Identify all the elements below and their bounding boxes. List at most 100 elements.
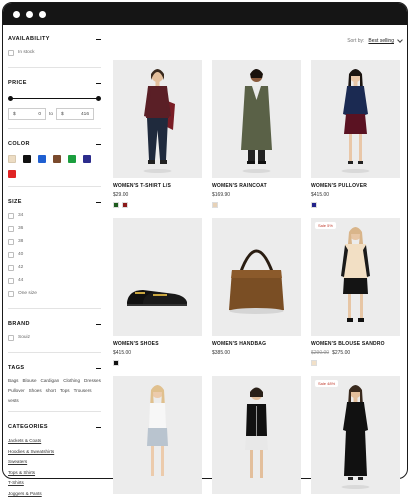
category-link[interactable]: Jackets & Coats — [8, 436, 101, 447]
product-card[interactable]: WOMEN'S PULLOVER$415.00 — [311, 60, 400, 208]
product-image[interactable] — [113, 376, 202, 494]
product-card[interactable] — [113, 376, 202, 494]
product-color-swatch[interactable] — [113, 360, 119, 366]
category-link[interactable]: Sweaters — [8, 457, 101, 468]
product-color-swatch[interactable] — [311, 202, 317, 208]
checkbox[interactable] — [8, 252, 14, 258]
filter-availability-header[interactable]: AVAILABILITY — [8, 32, 101, 46]
tag-link[interactable]: Trousers — [74, 388, 92, 393]
collapse-icon[interactable] — [96, 427, 101, 428]
checkbox[interactable] — [8, 291, 14, 297]
filter-color-header[interactable]: COLOR — [8, 137, 101, 151]
size-option[interactable]: One size — [8, 287, 101, 300]
product-image[interactable] — [113, 60, 202, 178]
tag-link[interactable]: Blouse — [22, 378, 36, 383]
tag-link[interactable]: short — [46, 388, 56, 393]
product-card[interactable]: WOMEN'S SHOES$415.00 — [113, 218, 202, 366]
product-name[interactable]: WOMEN'S RAINCOAT — [212, 183, 301, 189]
price-max-input[interactable]: $ 416 — [56, 108, 94, 120]
product-image[interactable] — [212, 60, 301, 178]
color-swatch[interactable] — [38, 155, 46, 163]
product-image[interactable]: Sale 48% — [311, 376, 400, 494]
filter-option-in-stock[interactable]: In stock — [8, 46, 101, 59]
filter-brand-header[interactable]: BRAND — [8, 317, 101, 331]
color-swatch[interactable] — [23, 155, 31, 163]
collapse-icon[interactable] — [96, 144, 101, 145]
filter-size-header[interactable]: SIZE — [8, 195, 101, 209]
product-image[interactable] — [212, 376, 301, 494]
tag-link[interactable]: vests — [8, 398, 19, 403]
product-swatches — [113, 360, 202, 366]
checkbox[interactable] — [8, 278, 14, 284]
product-name[interactable]: WOMEN'S PULLOVER — [311, 183, 400, 189]
color-swatch[interactable] — [8, 155, 16, 163]
product-card[interactable]: Sale 5%WOMEN'S BLOUSE SANDRO$290.00$275.… — [311, 218, 400, 366]
category-link[interactable]: Joggers & Pants — [8, 489, 101, 499]
filter-categories-header[interactable]: CATEGORIES — [8, 420, 101, 434]
chevron-down-icon[interactable] — [397, 37, 403, 43]
filter-option-brand[interactable]: Souiz — [8, 331, 101, 344]
collapse-icon[interactable] — [96, 39, 101, 40]
product-color-swatch[interactable] — [212, 202, 218, 208]
range-min-handle[interactable] — [8, 96, 13, 101]
product-name[interactable]: WOMEN'S HANDBAG — [212, 341, 301, 347]
range-max-handle[interactable] — [96, 96, 101, 101]
filter-title: BRAND — [8, 321, 30, 327]
window-maximize-dot[interactable] — [39, 11, 46, 18]
product-name[interactable]: WOMEN'S SHOES — [113, 341, 202, 347]
filter-price-header[interactable]: PRICE — [8, 76, 101, 90]
size-option[interactable]: 38 — [8, 235, 101, 248]
product-card[interactable]: Sale 48% — [311, 376, 400, 494]
tag-link[interactable]: Clothing — [63, 378, 80, 383]
size-option[interactable]: 42 — [8, 261, 101, 274]
collapse-icon[interactable] — [96, 324, 101, 325]
checkbox[interactable] — [8, 50, 14, 56]
product-card[interactable] — [212, 376, 301, 494]
size-option[interactable]: 40 — [8, 248, 101, 261]
product-image[interactable] — [212, 218, 301, 336]
collapse-icon[interactable] — [96, 202, 101, 203]
product-image[interactable] — [113, 218, 202, 336]
tag-link[interactable]: Tops — [60, 388, 70, 393]
price-min-input[interactable]: $ 0 — [8, 108, 46, 120]
price-range-slider[interactable] — [8, 94, 101, 104]
tag-link[interactable]: Cardigan — [41, 378, 60, 383]
sort-dropdown[interactable]: Best selling — [368, 38, 394, 44]
product-color-swatch[interactable] — [113, 202, 119, 208]
checkbox[interactable] — [8, 226, 14, 232]
color-swatch[interactable] — [8, 170, 16, 178]
tag-link[interactable]: Bags — [8, 378, 18, 383]
category-link[interactable]: T-Shirts — [8, 478, 101, 489]
size-option[interactable]: 36 — [8, 222, 101, 235]
tag-link[interactable]: Shoes — [29, 388, 42, 393]
checkbox[interactable] — [8, 239, 14, 245]
sort-control[interactable]: Sort by: Best selling — [347, 38, 402, 44]
product-old-price: $290.00 — [311, 350, 329, 356]
product-card[interactable]: WOMEN'S T-SHIRT L/S$29.00 — [113, 60, 202, 208]
size-option[interactable]: 34 — [8, 209, 101, 222]
window-minimize-dot[interactable] — [26, 11, 33, 18]
product-image[interactable]: Sale 5% — [311, 218, 400, 336]
category-link[interactable]: Hoodies & Sweatshirts — [8, 447, 101, 458]
product-name[interactable]: WOMEN'S T-SHIRT L/S — [113, 183, 202, 189]
checkbox[interactable] — [8, 213, 14, 219]
color-swatch[interactable] — [53, 155, 61, 163]
product-name[interactable]: WOMEN'S BLOUSE SANDRO — [311, 341, 400, 347]
color-swatch[interactable] — [68, 155, 76, 163]
collapse-icon[interactable] — [96, 368, 101, 369]
product-image[interactable] — [311, 60, 400, 178]
product-card[interactable]: WOMEN'S RAINCOAT$169.90 — [212, 60, 301, 208]
tag-link[interactable]: Dresses — [84, 378, 101, 383]
checkbox[interactable] — [8, 265, 14, 271]
size-option[interactable]: 44 — [8, 274, 101, 287]
tag-link[interactable]: Pullover — [8, 388, 25, 393]
product-card[interactable]: WOMEN'S HANDBAG$385.00 — [212, 218, 301, 356]
product-color-swatch[interactable] — [311, 360, 317, 366]
color-swatch[interactable] — [83, 155, 91, 163]
collapse-icon[interactable] — [96, 83, 101, 84]
filter-tags-header[interactable]: TAGS — [8, 361, 101, 375]
checkbox[interactable] — [8, 335, 14, 341]
category-link[interactable]: Tops & Shirts — [8, 468, 101, 479]
window-close-dot[interactable] — [13, 11, 20, 18]
product-color-swatch[interactable] — [122, 202, 128, 208]
